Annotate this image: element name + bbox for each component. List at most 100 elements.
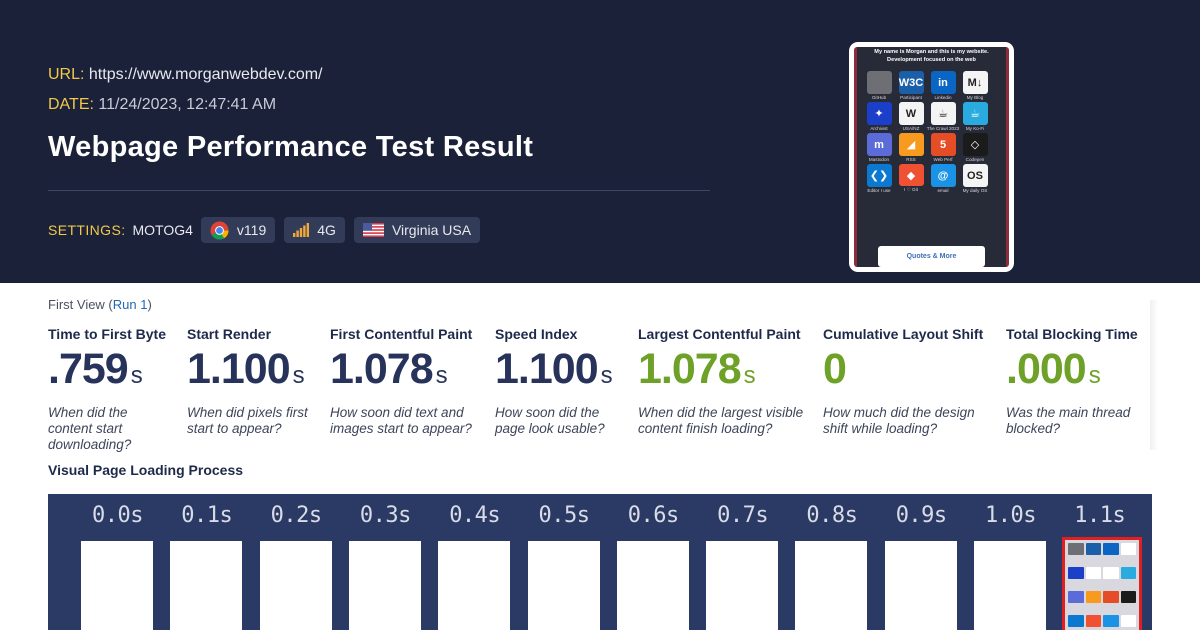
preview-link-label: Editor I use (867, 188, 891, 193)
filmstrip-frame[interactable]: 0.0s (73, 494, 162, 630)
metric-label: First Contentful Paint (330, 326, 473, 342)
frame-thumbnail (259, 541, 332, 630)
us-flag-icon (362, 223, 384, 237)
archivist-icon: ✦ (866, 102, 892, 125)
metric-cls: Cumulative Layout Shift 0 How much did t… (823, 326, 983, 437)
location-chip: Virginia USA (353, 217, 481, 243)
device-name: MOTOG4 (132, 222, 193, 238)
page-title: Webpage Performance Test Result (48, 131, 534, 163)
preview-link-label: email (937, 188, 949, 193)
page-screenshot-preview[interactable]: My name is Morgan and this is my website… (849, 42, 1014, 272)
filmstrip-frame[interactable]: 0.2s (252, 494, 341, 630)
filmstrip-frame[interactable]: 0.7s (698, 494, 787, 630)
preview-link-label: Participant (900, 95, 922, 100)
metric-label: Cumulative Layout Shift (823, 326, 984, 342)
metric-value: .000 s (1006, 345, 1101, 393)
connection-chip: 4G (284, 217, 345, 243)
metric-ttfb: Time to First Byte .759 s When did the co… (48, 326, 166, 453)
thumbnail-icon (1103, 567, 1119, 579)
browser-version: v119 (236, 222, 267, 238)
preview-link-tile: M↓ My Blog (961, 71, 989, 100)
filmstrip-frame[interactable]: 1.0s (966, 494, 1055, 630)
metric-fcp: First Contentful Paint 1.078 s How soon d… (330, 326, 475, 437)
metric-value: 1.078 s (638, 345, 756, 393)
preview-link-tile: in Linkedin (929, 71, 957, 100)
metric-value: 1.100 s (187, 345, 305, 393)
preview-link-tile: @ email (929, 164, 957, 193)
preview-screen: My name is Morgan and this is my website… (854, 47, 1009, 267)
github-icon (866, 71, 892, 94)
frame-time: 0.9s (895, 503, 947, 528)
metric-description: How soon did text and images start to ap… (330, 405, 472, 436)
metric-start-render: Start Render 1.100 s When did pixels firs… (187, 326, 317, 437)
thumbnail-icon (1103, 615, 1119, 627)
thumbnail-icon (1103, 543, 1119, 555)
filmstrip-frame[interactable]: 0.6s (609, 494, 698, 630)
preview-link-tile: ◆ I ♡ Git (897, 164, 925, 193)
vscode-icon: ❮❯ (866, 164, 892, 187)
thumbnail-icon (1068, 615, 1084, 627)
settings-label: SETTINGS: (48, 222, 126, 238)
metric-description: When did pixels first start to appear? (187, 405, 308, 436)
kofi-icon: ☕ (962, 102, 988, 125)
frame-thumbnail (81, 541, 153, 630)
browser-chip: v119 (200, 217, 276, 243)
frame-thumbnail (527, 541, 600, 630)
rss-icon: ◢ (898, 133, 924, 156)
test-header: URL: https://www.morganwebdev.com/ DATE:… (0, 0, 1200, 283)
metric-label: Largest Contentful Paint (638, 326, 801, 342)
metric-value: 1.078 s (330, 345, 448, 393)
filmstrip-frame[interactable]: 1.1s (1055, 494, 1144, 630)
filmstrip-frame[interactable]: 0.3s (341, 494, 430, 630)
thumbnail-icon (1085, 615, 1102, 627)
signal-bars-icon (293, 223, 310, 237)
frame-thumbnail (438, 541, 511, 630)
linkedin-icon: in (930, 71, 956, 94)
filmstrip[interactable]: 0.0s 0.1s 0.2s 0.3s 0.4s 0.5s 0.6s 0.7s 0.8s 0.9s… (48, 494, 1152, 630)
url-line: URL: https://www.morganwebdev.com/ (48, 66, 322, 84)
preview-link-tile: ☕ The Crawl 2023 (926, 102, 960, 131)
html5-icon: 5 (930, 133, 956, 156)
frame-time: 0.3s (359, 503, 411, 528)
w3c-icon: W3C (898, 71, 924, 94)
tested-url[interactable]: https://www.morganwebdev.com/ (89, 66, 323, 83)
frame-thumbnail (884, 541, 957, 630)
preview-link-label: The Crawl 2023 (926, 126, 960, 131)
frame-time: 0.7s (717, 503, 769, 528)
preview-link-tile: ◢ RSS (897, 133, 925, 162)
preview-link-tile: ✦ Archivist (865, 102, 893, 131)
thumbnail-icon (1120, 615, 1137, 627)
preview-link-tile: m Mastodon (865, 133, 893, 162)
preview-link-tile: W USA/NZ (897, 102, 925, 131)
preview-link-label: I ♡ Git (904, 187, 918, 192)
scroll-edge-shadow (1150, 300, 1158, 450)
metric-description: When did the largest visible content fin… (638, 405, 804, 436)
metric-description: When did the content start downloading? (48, 405, 132, 452)
frame-time: 0.8s (806, 503, 858, 528)
macos-icon: OS (962, 164, 988, 187)
filmstrip-frame[interactable]: 0.1s (162, 494, 251, 630)
metric-label: Time to First Byte (48, 326, 166, 342)
header-divider (48, 190, 710, 191)
preview-heading: My name is Morgan and this is my website… (874, 49, 989, 63)
run-1-link[interactable]: Run 1 (113, 297, 148, 312)
filmstrip-frame[interactable]: 0.4s (430, 494, 519, 630)
filmstrip-frame[interactable]: 0.8s (787, 494, 876, 630)
frame-time: 1.0s (985, 503, 1036, 528)
thumbnail-icon (1120, 591, 1137, 603)
filmstrip-frame[interactable]: 0.9s (877, 494, 966, 630)
thumbnail-icon (1085, 591, 1102, 603)
preview-icon-grid: GitHub W3C Participant in Linkedin M↓ My Blog ✦… (865, 71, 1003, 193)
metric-lcp: Largest Contentful Paint 1.078 s When did… (638, 326, 808, 437)
frame-time: 0.4s (449, 503, 501, 528)
thumbnail-icon (1085, 567, 1102, 579)
metric-label: Start Render (187, 326, 272, 342)
markdown-icon: M↓ (962, 71, 988, 94)
filmstrip-frame[interactable]: 0.5s (520, 494, 609, 630)
date-line: DATE: 11/24/2023, 12:47:41 AM (48, 96, 276, 114)
preview-link-label: Mastodon (868, 157, 890, 162)
frame-time: 0.0s (92, 503, 143, 528)
thumbnail-icon (1103, 591, 1119, 603)
metric-value: 1.100 s (495, 345, 613, 393)
metric-label: Speed Index (495, 326, 578, 342)
